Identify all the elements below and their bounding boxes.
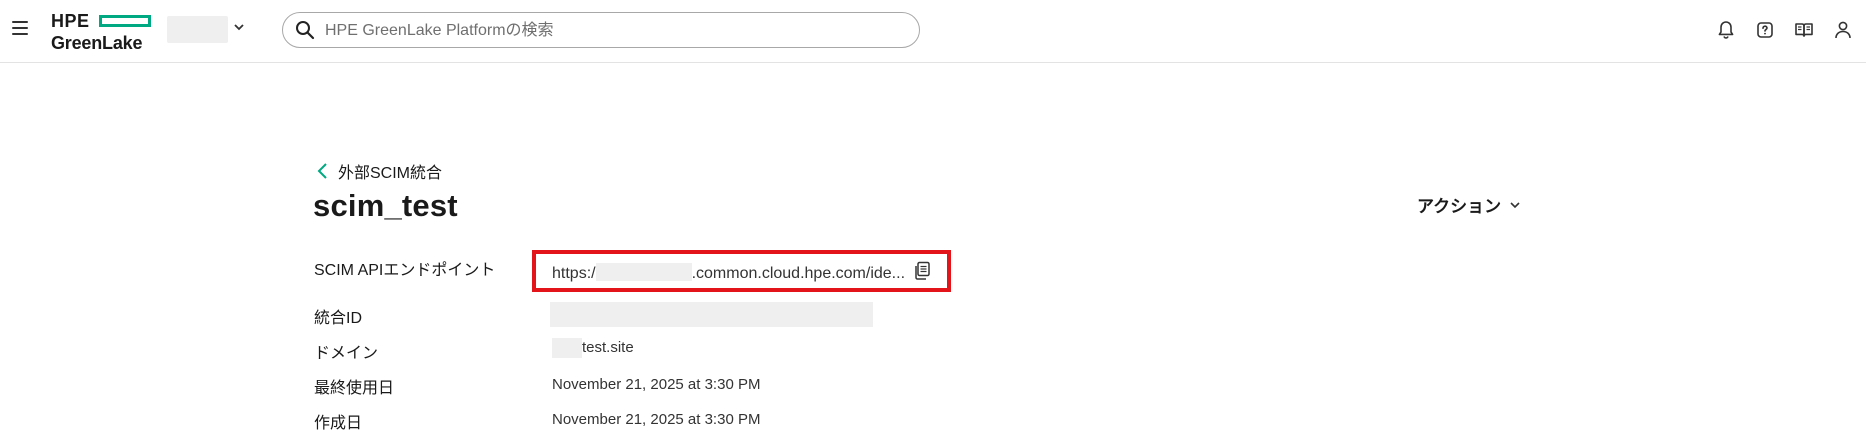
integration-id-value xyxy=(550,302,873,327)
bell-icon[interactable] xyxy=(1714,18,1738,42)
endpoint-label: SCIM APIエンドポイント xyxy=(314,262,496,279)
hpe-greenlake-logo[interactable]: HPE GreenLake xyxy=(51,11,157,53)
last-used-label: 最終使用日 xyxy=(314,380,395,397)
domain-value: test.site xyxy=(552,338,634,358)
logo-hpe-text: HPE xyxy=(51,11,90,31)
search-input[interactable] xyxy=(323,17,907,45)
created-label: 作成日 xyxy=(314,415,363,432)
search-bar[interactable] xyxy=(282,12,920,48)
page-title: scim_test xyxy=(313,188,458,223)
copy-icon[interactable] xyxy=(913,261,931,281)
last-used-value: November 21, 2025 at 3:30 PM xyxy=(552,376,761,393)
hamburger-menu-icon[interactable] xyxy=(12,21,28,39)
logo-green-box xyxy=(99,15,151,27)
workspace-selector[interactable] xyxy=(167,16,228,43)
chevron-down-icon xyxy=(1510,201,1520,208)
logo-greenlake-text: GreenLake xyxy=(51,33,143,53)
redacted-block xyxy=(552,338,582,358)
redacted-block xyxy=(595,263,692,281)
top-nav-bar: HPE GreenLake xyxy=(0,0,1866,63)
endpoint-highlight-box: https:/ .common.cloud.hpe.com/ide... xyxy=(532,250,951,292)
actions-label: アクション xyxy=(1417,197,1502,216)
book-icon[interactable] xyxy=(1792,18,1816,42)
back-link[interactable]: 外部SCIM統合 xyxy=(316,159,442,183)
endpoint-value: https:/ .common.cloud.hpe.com/ide... xyxy=(552,263,905,283)
user-icon[interactable] xyxy=(1831,18,1855,42)
endpoint-prefix: https:/ xyxy=(552,265,596,282)
chevron-left-icon xyxy=(317,163,327,179)
actions-menu-button[interactable]: アクション xyxy=(1417,192,1521,217)
integration-id-label: 統合ID xyxy=(314,310,363,327)
back-link-label: 外部SCIM統合 xyxy=(338,165,443,182)
redacted-block xyxy=(550,302,873,327)
chevron-down-icon[interactable] xyxy=(232,20,246,34)
created-value: November 21, 2025 at 3:30 PM xyxy=(552,411,761,428)
help-icon[interactable] xyxy=(1753,18,1777,42)
domain-label: ドメイン xyxy=(314,345,379,362)
domain-text: test.site xyxy=(582,338,634,356)
endpoint-suffix: .common.cloud.hpe.com/ide... xyxy=(691,265,906,282)
search-icon xyxy=(296,21,315,40)
